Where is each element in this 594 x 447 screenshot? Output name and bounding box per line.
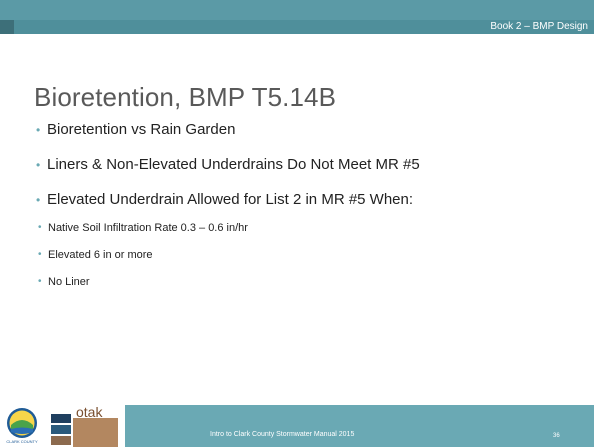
sub-bullet-text: Elevated 6 in or more (48, 249, 153, 261)
otak-logo-icon: otak (51, 406, 118, 447)
bullet-text: Bioretention vs Rain Garden (47, 121, 236, 138)
bullet-list: • Bioretention vs Rain Garden • Liners &… (36, 118, 576, 301)
bullet-dot-icon: • (38, 276, 42, 287)
bullet-item: • Liners & Non-Elevated Underdrains Do N… (36, 153, 527, 177)
sub-bullet-text: Native Soil Infiltration Rate 0.3 – 0.6 … (48, 222, 248, 234)
book-label: Book 2 – BMP Design (490, 21, 588, 32)
bullet-dot-icon: • (38, 249, 42, 260)
sub-bullet-item: • Elevated 6 in or more (38, 247, 576, 263)
bullet-dot-icon: • (38, 222, 42, 233)
bullet-dot-icon: • (36, 158, 41, 172)
bullet-item: • Bioretention vs Rain Garden (36, 118, 576, 142)
sub-bullet-item: • No Liner (38, 274, 576, 290)
clark-county-text: CLARK COUNTY (6, 439, 38, 444)
header-corner-block (0, 20, 14, 34)
bullet-text: Elevated Underdrain Allowed for List 2 i… (47, 191, 414, 208)
slide-title: Bioretention, BMP T5.14B (34, 82, 337, 112)
sub-bullet-item: • Native Soil Infiltration Rate 0.3 – 0.… (38, 220, 576, 236)
otak-text: otak (76, 406, 103, 420)
bullet-dot-icon: • (36, 123, 41, 137)
page-number: 36 (553, 433, 560, 439)
bullet-text: Liners & Non-Elevated Underdrains Do Not… (47, 156, 420, 173)
clark-county-seal-icon: CLARK COUNTY (6, 408, 38, 444)
footer-band (125, 405, 594, 447)
sub-bullet-text: No Liner (48, 276, 90, 288)
bullet-dot-icon: • (36, 193, 41, 207)
bullet-item: • Elevated Underdrain Allowed for List 2… (36, 188, 467, 212)
footer-text: Intro to Clark County Stormwater Manual … (210, 431, 355, 438)
